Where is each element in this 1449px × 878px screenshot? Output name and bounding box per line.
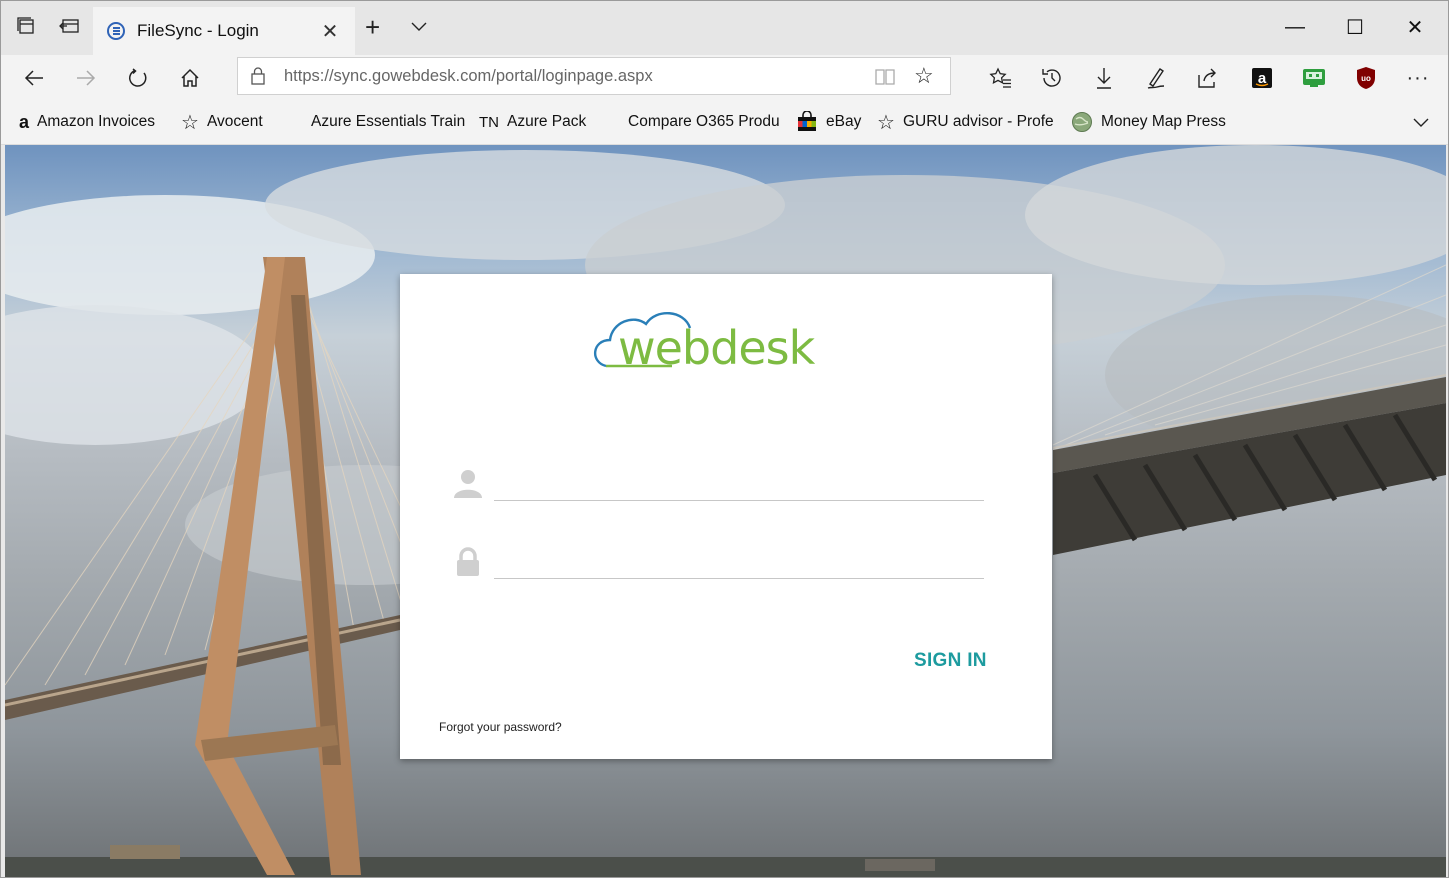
more-icon[interactable]: ··· — [1403, 63, 1433, 93]
microsoft-logo-icon — [285, 113, 303, 131]
favorite-label: Azure Pack — [507, 113, 587, 130]
browser-window: FileSync - Login ✕ + — ☐ ✕ ☆ — [0, 0, 1449, 878]
user-icon — [454, 470, 482, 498]
amazon-extension-icon[interactable]: a — [1247, 63, 1277, 93]
tab-title: FileSync - Login — [137, 21, 259, 40]
monitor-extension-icon[interactable] — [1299, 63, 1329, 93]
home-icon — [181, 68, 199, 87]
back-button[interactable] — [19, 63, 49, 93]
ublock-extension-icon[interactable]: uo — [1351, 63, 1381, 93]
favorite-label: Amazon Invoices — [37, 113, 156, 130]
favorite-label: Compare O365 Produ — [628, 113, 780, 130]
tabs-aside-icon[interactable] — [13, 13, 39, 39]
refresh-button[interactable] — [123, 63, 153, 93]
minimize-button[interactable]: — — [1275, 11, 1315, 43]
pen-icon[interactable] — [1141, 63, 1171, 93]
username-input[interactable] — [494, 460, 984, 501]
favorite-ebay[interactable]: eBay — [796, 111, 861, 133]
username-row — [452, 460, 984, 504]
favorite-money-map-press[interactable]: Money Map Press — [1071, 111, 1226, 133]
microsoft-logo-icon — [602, 113, 620, 131]
forward-button[interactable] — [71, 63, 101, 93]
favorite-azure-pack[interactable]: TN Azure Pack — [479, 111, 586, 133]
navigation-bar: ☆ a uo ··· — [1, 55, 1448, 99]
lock-icon — [251, 67, 265, 85]
favorite-guru-advisor[interactable]: ☆ GURU advisor - Profe — [877, 111, 1054, 134]
refresh-icon — [129, 68, 147, 87]
favorite-compare-o365[interactable]: Compare O365 Produ — [602, 111, 780, 133]
chevron-down-icon[interactable] — [408, 15, 430, 37]
tab-close-icon[interactable]: ✕ — [319, 19, 341, 44]
favorites-bar: a Amazon Invoices ☆ Avocent Azure Essent… — [1, 99, 1448, 145]
shopping-bag-icon — [796, 111, 818, 133]
close-window-button[interactable]: ✕ — [1395, 11, 1435, 43]
downloads-icon[interactable] — [1089, 63, 1119, 93]
globe-icon — [1071, 111, 1093, 133]
new-tab-button[interactable]: + — [365, 14, 380, 40]
address-bar[interactable]: ☆ — [237, 57, 951, 95]
home-button[interactable] — [175, 63, 205, 93]
share-icon[interactable] — [1193, 63, 1223, 93]
maximize-button[interactable]: ☐ — [1335, 11, 1375, 43]
tab-bar: FileSync - Login ✕ + — ☐ ✕ — [1, 1, 1448, 55]
url-input[interactable] — [284, 58, 844, 94]
login-page: webdesk SIGN IN Forgot your password? — [5, 145, 1446, 877]
password-row — [452, 538, 984, 582]
favorite-label: Avocent — [206, 113, 263, 130]
tab-filesync-login[interactable]: FileSync - Login ✕ — [93, 7, 355, 55]
forward-icon — [77, 70, 96, 86]
webdesk-logo: webdesk — [594, 311, 817, 375]
amazon-icon: a — [19, 111, 30, 132]
star-outline-icon: ☆ — [877, 111, 895, 134]
favorite-label: eBay — [826, 113, 862, 130]
favorite-label: Money Map Press — [1101, 113, 1226, 130]
svg-text:uo: uo — [1361, 74, 1371, 83]
login-card: webdesk SIGN IN Forgot your password? — [400, 274, 1052, 759]
star-outline-icon: ☆ — [181, 111, 199, 134]
reading-view-icon[interactable] — [874, 67, 896, 87]
tab-preview-icon[interactable] — [56, 13, 82, 39]
password-input[interactable] — [494, 538, 984, 579]
back-icon — [24, 70, 43, 86]
sign-in-button[interactable]: SIGN IN — [914, 650, 987, 672]
favorite-star-icon[interactable]: ☆ — [914, 63, 934, 89]
forgot-password-link[interactable]: Forgot your password? — [439, 720, 562, 734]
page-favicon-icon — [107, 22, 125, 40]
chevron-down-icon[interactable] — [1410, 111, 1432, 138]
logo-text: webdesk — [618, 321, 816, 375]
tn-icon: TN — [479, 113, 499, 131]
lock-icon — [457, 547, 479, 576]
favorite-amazon-invoices[interactable]: a Amazon Invoices — [19, 111, 155, 133]
history-icon[interactable] — [1037, 63, 1067, 93]
favorite-azure-essentials[interactable]: Azure Essentials Train — [285, 111, 465, 133]
favorites-hub-icon[interactable] — [986, 63, 1016, 93]
favorite-avocent[interactable]: ☆ Avocent — [181, 111, 263, 134]
favorite-label: Azure Essentials Train — [311, 113, 466, 130]
favorite-label: GURU advisor - Profe — [902, 113, 1054, 130]
